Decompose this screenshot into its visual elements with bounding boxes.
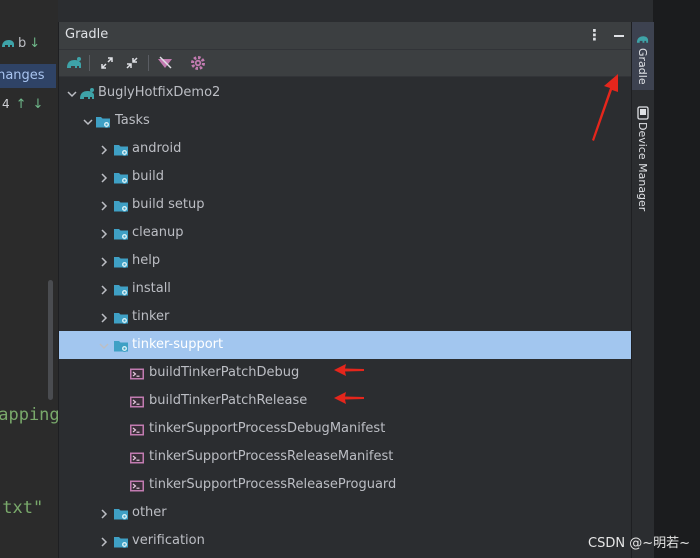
tasks-node[interactable]: Tasks: [59, 107, 632, 135]
tree-node-label: cleanup: [132, 225, 184, 240]
arrow-up-icon[interactable]: ↑: [16, 97, 27, 112]
nav-count: 4: [2, 97, 10, 111]
chevron-right-icon[interactable]: [97, 142, 111, 156]
task-folder-icon: [113, 506, 129, 520]
task-folder-icon: [95, 114, 111, 128]
changes-tab[interactable]: Changes: [0, 64, 56, 88]
code-fragment: mapping: [0, 405, 58, 425]
tree-node-label: tinkerSupportProcessReleaseProguard: [149, 477, 397, 492]
nav-row: 4 ↑ ↓: [0, 94, 58, 114]
tree-node-label: Tasks: [115, 113, 150, 128]
panel-header: Gradle ⋮: [59, 22, 632, 50]
task-folder-icon: [113, 226, 129, 240]
code-fragment: .txt": [0, 498, 44, 518]
left-top-text: b: [18, 35, 27, 51]
tab-gradle[interactable]: Gradle: [632, 22, 654, 90]
annotation-arrow-icon: [592, 74, 618, 141]
toggle-offline-mode-icon[interactable]: [155, 53, 175, 73]
reload-gradle-icon[interactable]: [64, 53, 84, 73]
task-folder-icon: [113, 282, 129, 296]
gradle-task-icon: [129, 422, 145, 436]
task-group-install[interactable]: install: [59, 275, 632, 303]
tab-device-manager[interactable]: Device Manager: [632, 102, 654, 212]
chevron-down-icon[interactable]: [65, 86, 79, 100]
tree-node-label: buildTinkerPatchDebug: [149, 365, 300, 380]
task-folder-icon: [113, 254, 129, 268]
arrow-down-icon[interactable]: ↓: [33, 97, 44, 112]
collapse-all-icon[interactable]: [122, 53, 142, 73]
task-folder-icon: [113, 142, 129, 156]
toolbar-separator: [89, 55, 90, 71]
gradle-task-icon: [129, 478, 145, 492]
gradle-task-icon: [129, 450, 145, 464]
expand-all-icon[interactable]: [97, 53, 117, 73]
annotation-arrow-icon: [334, 392, 364, 404]
editor-scrollbar[interactable]: [48, 280, 53, 400]
watermark: CSDN @~明若~: [588, 536, 690, 551]
task-group-build-setup[interactable]: build setup: [59, 191, 632, 219]
tree-node-label: build setup: [132, 197, 205, 212]
chevron-right-icon[interactable]: [97, 282, 111, 296]
gradle-tool-window: Gradle ⋮ BuglyHotfixDemo2 Tasks android bui…: [58, 22, 632, 558]
tree-node-label: tinkerSupportProcessDebugManifest: [149, 421, 386, 436]
tree-node-label: help: [132, 253, 161, 268]
editor-background: [653, 0, 700, 558]
task-folder-icon: [113, 198, 129, 212]
gradle-elephant-icon: [79, 86, 95, 100]
tree-node-label: tinker: [132, 309, 170, 324]
chevron-down-icon[interactable]: [81, 114, 95, 128]
task-folder-icon: [113, 170, 129, 184]
tree-node-label: buildTinkerPatchRelease: [149, 393, 308, 408]
task-tinkerSupportProcessReleaseProguard[interactable]: tinkerSupportProcessReleaseProguard: [59, 471, 632, 499]
tree-node-label: BuglyHotfixDemo2: [98, 85, 221, 100]
task-group-tinker[interactable]: tinker: [59, 303, 632, 331]
task-group-build[interactable]: build: [59, 163, 632, 191]
tab-gradle-label: Gradle: [636, 48, 649, 85]
chevron-right-icon[interactable]: [97, 226, 111, 240]
gradle-settings-icon[interactable]: [188, 53, 208, 73]
tree-node-label: other: [132, 505, 167, 520]
panel-title: Gradle: [65, 27, 109, 42]
task-tinkerSupportProcessDebugManifest[interactable]: tinkerSupportProcessDebugManifest: [59, 415, 632, 443]
left-editor-strip: b ↓ Changes 4 ↑ ↓ mapping .txt": [0, 0, 58, 558]
top-band: [58, 0, 653, 22]
task-group-help[interactable]: help: [59, 247, 632, 275]
gradle-elephant-icon: [636, 30, 649, 49]
task-group-cleanup[interactable]: cleanup: [59, 219, 632, 247]
left-top-tools: b ↓: [0, 30, 58, 56]
tab-device-manager-label: Device Manager: [636, 122, 649, 212]
gradle-elephant-icon[interactable]: [1, 34, 15, 53]
tree-node-label: android: [132, 141, 182, 156]
chevron-right-icon[interactable]: [97, 506, 111, 520]
right-tool-stripe: Gradle Device Manager: [631, 22, 654, 558]
chevron-right-icon[interactable]: [97, 198, 111, 212]
chevron-right-icon[interactable]: [97, 310, 111, 324]
task-group-other[interactable]: other: [59, 499, 632, 527]
chevron-down-icon[interactable]: [97, 338, 111, 352]
chevron-right-icon[interactable]: [97, 254, 111, 268]
task-group-tinker-support[interactable]: tinker-support: [59, 331, 632, 359]
task-group-verification[interactable]: verification: [59, 527, 632, 555]
arrow-down-icon[interactable]: ↓: [29, 36, 40, 51]
task-folder-icon: [113, 534, 129, 548]
tree-node-label: tinker-support: [132, 337, 224, 352]
tree-node-label: tinkerSupportProcessReleaseManifest: [149, 449, 394, 464]
toolbar-separator: [148, 55, 149, 71]
more-options-icon[interactable]: ⋮: [587, 25, 602, 45]
gradle-task-icon: [129, 394, 145, 408]
task-folder-icon: [113, 338, 129, 352]
chevron-right-icon[interactable]: [97, 534, 111, 548]
task-group-android[interactable]: android: [59, 135, 632, 163]
minimize-icon[interactable]: [612, 26, 626, 46]
chevron-right-icon[interactable]: [97, 170, 111, 184]
gradle-toolbar: [59, 50, 632, 77]
tree-node-label: install: [132, 281, 171, 296]
project-node[interactable]: BuglyHotfixDemo2: [59, 79, 632, 107]
task-tinkerSupportProcessReleaseManifest[interactable]: tinkerSupportProcessReleaseManifest: [59, 443, 632, 471]
tree-node-label: verification: [132, 533, 205, 548]
tree-node-label: build: [132, 169, 164, 184]
gradle-task-icon: [129, 366, 145, 380]
task-folder-icon: [113, 310, 129, 324]
annotation-arrow-icon: [334, 364, 364, 376]
